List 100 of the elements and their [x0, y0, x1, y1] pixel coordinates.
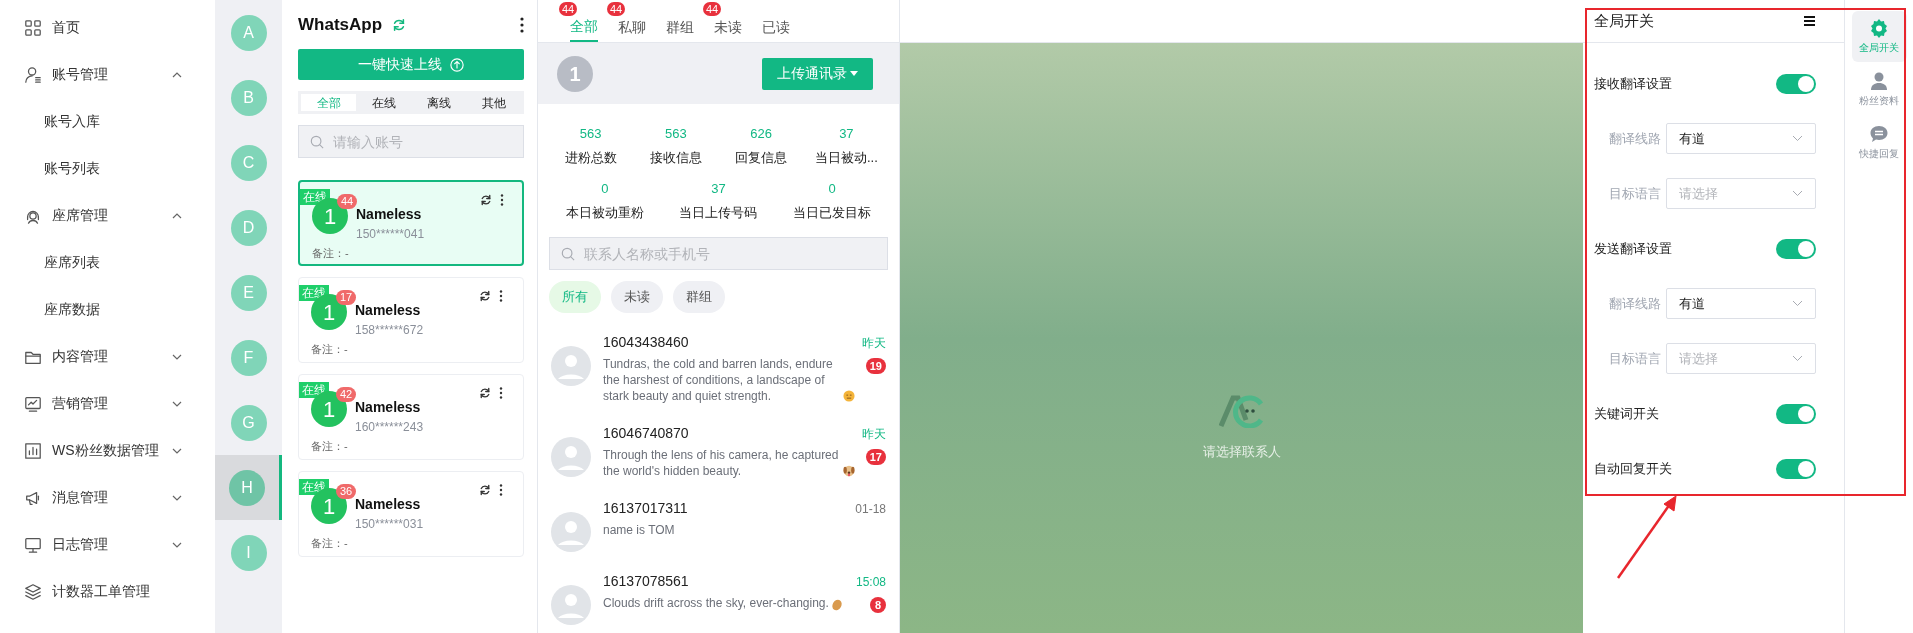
- stat-label: 本日被动重粉: [565, 204, 644, 222]
- toggle-switch[interactable]: [1776, 73, 1816, 94]
- stat-label: 接收信息: [649, 149, 702, 167]
- contact-number: 16137017311: [603, 499, 688, 518]
- setting-label: 目标语言: [1608, 184, 1662, 203]
- refresh-icon: [480, 194, 492, 206]
- sidebar-item[interactable]: 账号管理: [0, 51, 215, 98]
- more-icon: [520, 17, 524, 33]
- menu-label: 消息管理: [52, 488, 108, 507]
- face-emoji-icon: [843, 390, 855, 402]
- conversation-item[interactable]: 16043438460 昨天 Tundras, the cold and barren lands, endure the harshest of conditions, a landscape of stark beauty and quiet strength. 19: [538, 326, 899, 417]
- chat-filter-tab[interactable]: 已读: [762, 0, 790, 42]
- sidebar-item[interactable]: 首页: [0, 4, 215, 51]
- stat-label: 当日已发目标: [793, 204, 872, 222]
- refresh-icon: [479, 290, 491, 302]
- submenu-item[interactable]: 账号入库: [0, 98, 215, 145]
- profile-avatar: 1: [557, 55, 593, 92]
- chat-bubble-icon: [1869, 124, 1889, 144]
- toggle-switch[interactable]: [1776, 403, 1816, 424]
- filter-tab[interactable]: 在线: [356, 94, 411, 111]
- setting-label: 目标语言: [1608, 349, 1662, 368]
- conversation-item[interactable]: 16046740870 昨天 Through the lens of his camera, he captured the world's hidden beauty. 17: [538, 417, 899, 492]
- stat-label: 当日被动...: [814, 149, 878, 167]
- unread-badge: 42: [336, 387, 357, 402]
- more-icon: [499, 290, 503, 302]
- stat-value: 37: [711, 180, 726, 198]
- account-note: 备注：-: [311, 536, 348, 551]
- count-badge: 44: [559, 2, 578, 16]
- chat-chip[interactable]: 未读: [611, 281, 663, 313]
- unread-badge: 44: [337, 194, 358, 209]
- conversation-item[interactable]: 16137078561 15:08 Clouds drift across the sky, ever-changing. 8: [538, 565, 899, 633]
- more-icon: [500, 194, 504, 206]
- toggle-switch[interactable]: [1776, 238, 1816, 259]
- avatar-placeholder-icon: [551, 585, 591, 625]
- account-phone: 150******041: [356, 226, 425, 243]
- more-icon: [499, 484, 503, 496]
- letter-avatar: I: [230, 534, 267, 571]
- account-name: Nameless: [355, 495, 421, 514]
- sidebar-item[interactable]: 计数器工单管理: [0, 568, 215, 615]
- contact-number: 16137078561: [603, 572, 689, 591]
- sidebar-item[interactable]: WS粉丝数据管理: [0, 427, 215, 474]
- stat-label: 回复信息: [735, 149, 788, 167]
- sidebar-item[interactable]: 座席管理: [0, 192, 215, 239]
- stat-label: 进粉总数: [564, 149, 617, 167]
- count-badge: 44: [607, 2, 626, 16]
- avatar-placeholder-icon: [551, 512, 591, 552]
- toggle-switch[interactable]: [1776, 458, 1816, 479]
- submenu-item[interactable]: 座席列表: [0, 239, 215, 286]
- menu-label: 内容管理: [52, 347, 108, 366]
- setting-label: 接收翻译设置: [1594, 74, 1672, 93]
- letter-avatar: A: [230, 14, 267, 51]
- contact-search-field[interactable]: 联系人名称或手机号: [549, 237, 888, 270]
- chevron-down-icon: [1792, 300, 1803, 307]
- sidebar-item[interactable]: 营销管理: [0, 380, 215, 427]
- setting-label: 翻译线路: [1608, 129, 1662, 148]
- letter-avatar: G: [230, 404, 267, 441]
- message-time: 15:08: [855, 573, 886, 591]
- select-field[interactable]: 有道: [1666, 288, 1816, 319]
- sidebar-item[interactable]: 内容管理: [0, 333, 215, 380]
- search-icon: [310, 135, 324, 149]
- menu-icon: [1804, 16, 1816, 26]
- menu-label: 营销管理: [52, 394, 108, 413]
- message-time: 01-18: [855, 500, 886, 518]
- account-phone: 150******031: [355, 516, 424, 533]
- submenu-item[interactable]: 座席数据: [0, 286, 215, 333]
- contact-number: 16046740870: [603, 424, 689, 443]
- filter-tab[interactable]: 其他: [466, 94, 521, 111]
- refresh-icon: [479, 484, 491, 496]
- conversation-item[interactable]: 16137017311 01-18 name is TOM: [538, 492, 899, 565]
- letter-avatar: D: [230, 209, 267, 246]
- sidebar-item[interactable]: 日志管理: [0, 521, 215, 568]
- message-preview: Clouds drift across the sky, ever-changing.: [603, 595, 829, 611]
- sidebar-item[interactable]: 消息管理: [0, 474, 215, 521]
- setting-label: 自动回复开关: [1594, 459, 1672, 478]
- account-name: Nameless: [356, 205, 422, 224]
- setting-label: 翻译线路: [1608, 294, 1662, 313]
- account-search-field[interactable]: 请输入账号: [298, 125, 524, 158]
- message-preview: Tundras, the cold and barren lands, endure the harshest of conditions, a landscape of stark beauty and quiet strength.: [603, 356, 834, 404]
- unread-badge: 17: [336, 290, 357, 305]
- filter-tab[interactable]: 离线: [411, 94, 466, 111]
- account-phone: 160******243: [355, 419, 424, 436]
- chat-filter-tab[interactable]: 群组: [666, 0, 694, 42]
- account-note: 备注：-: [311, 439, 348, 454]
- stat-value: 37: [839, 125, 854, 143]
- letter-avatar: F: [230, 339, 267, 376]
- layers-icon: [24, 582, 42, 601]
- account-phone: 158******672: [355, 322, 424, 339]
- submenu-item[interactable]: 账号列表: [0, 145, 215, 192]
- menu-label: 计数器工单管理: [52, 582, 150, 601]
- upload-circle-icon: [450, 57, 464, 72]
- empty-state-text: 请选择联系人: [1202, 443, 1281, 462]
- letter-avatar: C: [230, 144, 267, 181]
- stat-value: 0: [828, 180, 836, 198]
- message-preview: name is TOM: [603, 522, 675, 538]
- setting-label: 关键词开关: [1594, 404, 1659, 423]
- chart-monitor-icon: [24, 394, 42, 413]
- menu-label: 日志管理: [52, 535, 108, 554]
- search-icon: [561, 247, 575, 261]
- select-field[interactable]: 有道: [1666, 123, 1816, 154]
- chat-chip[interactable]: 群组: [673, 281, 725, 313]
